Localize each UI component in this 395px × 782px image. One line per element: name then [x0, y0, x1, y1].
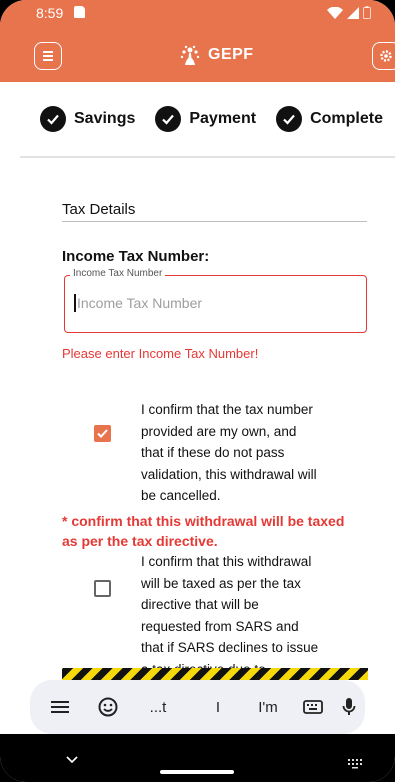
- suggestion-item[interactable]: ...t: [138, 680, 178, 734]
- check-circle-icon: [276, 106, 303, 132]
- keyboard-suggestion-bar: ...t I I'm: [30, 680, 365, 734]
- status-bar: 8:59: [0, 0, 395, 30]
- divider: [62, 221, 367, 222]
- emoji-icon[interactable]: [92, 680, 124, 734]
- screen: 8:59 GEPF Savings Payment Complete Tax D…: [0, 0, 395, 782]
- step-savings: Savings: [40, 106, 135, 132]
- menu-button[interactable]: [34, 42, 62, 70]
- hazard-stripe-banner: [62, 668, 368, 680]
- confirm-tax-directive-checkbox[interactable]: [94, 580, 111, 597]
- step-label: Payment: [189, 110, 257, 127]
- phone-frame: 8:59 GEPF Savings Payment Complete Tax D…: [0, 0, 395, 782]
- settings-button[interactable]: [372, 42, 395, 70]
- battery-icon: [363, 6, 371, 19]
- step-label: Savings: [74, 110, 136, 127]
- text-cursor: [74, 294, 76, 312]
- section-title: Tax Details: [62, 201, 136, 218]
- gear-icon: [380, 50, 392, 62]
- brand-name: GEPF: [208, 46, 254, 63]
- keyboard-icon[interactable]: [296, 680, 330, 734]
- confirm-own-tax-number-text: I confirm that the tax number provided a…: [141, 402, 317, 503]
- app-bar: GEPF: [0, 34, 395, 82]
- gepf-logo-icon: [180, 45, 200, 65]
- microphone-icon[interactable]: [334, 680, 364, 734]
- confirm-own-tax-number-checkbox[interactable]: [94, 425, 111, 442]
- home-gesture-pill[interactable]: [160, 770, 234, 774]
- income-tax-number-placeholder: Income Tax Number: [77, 295, 203, 311]
- step-complete: Complete: [276, 106, 383, 132]
- divider: [20, 156, 395, 158]
- sim-card-icon: [74, 6, 85, 18]
- app-header: 8:59 GEPF: [0, 0, 395, 82]
- signal-icon: [347, 6, 359, 19]
- suggestion-item[interactable]: I'm: [248, 680, 288, 734]
- income-tax-number-error: Please enter Income Tax Number!: [62, 346, 259, 361]
- status-time: 8:59: [36, 5, 64, 21]
- keyboard-switcher-icon[interactable]: [348, 759, 364, 769]
- confirm-tax-directive-text: I confirm that this withdrawal will be t…: [141, 554, 319, 677]
- hamburger-menu-icon[interactable]: [44, 680, 76, 734]
- suggestion-item[interactable]: I: [198, 680, 238, 734]
- tax-directive-required-note: * confirm that this withdrawal will be t…: [62, 513, 345, 549]
- income-tax-number-floating-label: Income Tax Number: [70, 268, 166, 279]
- checkmark-icon: [97, 429, 108, 438]
- income-tax-number-heading: Income Tax Number:: [62, 248, 210, 265]
- check-circle-icon: [155, 106, 182, 132]
- progress-steps: Savings Payment Complete: [40, 104, 383, 134]
- brand-logo: GEPF: [178, 40, 254, 70]
- step-payment: Payment: [155, 106, 256, 132]
- keyboard-area: [0, 734, 395, 782]
- check-circle-icon: [40, 106, 66, 132]
- step-label: Complete: [310, 110, 383, 127]
- chevron-down-icon[interactable]: [66, 756, 78, 764]
- wifi-icon: [327, 6, 343, 19]
